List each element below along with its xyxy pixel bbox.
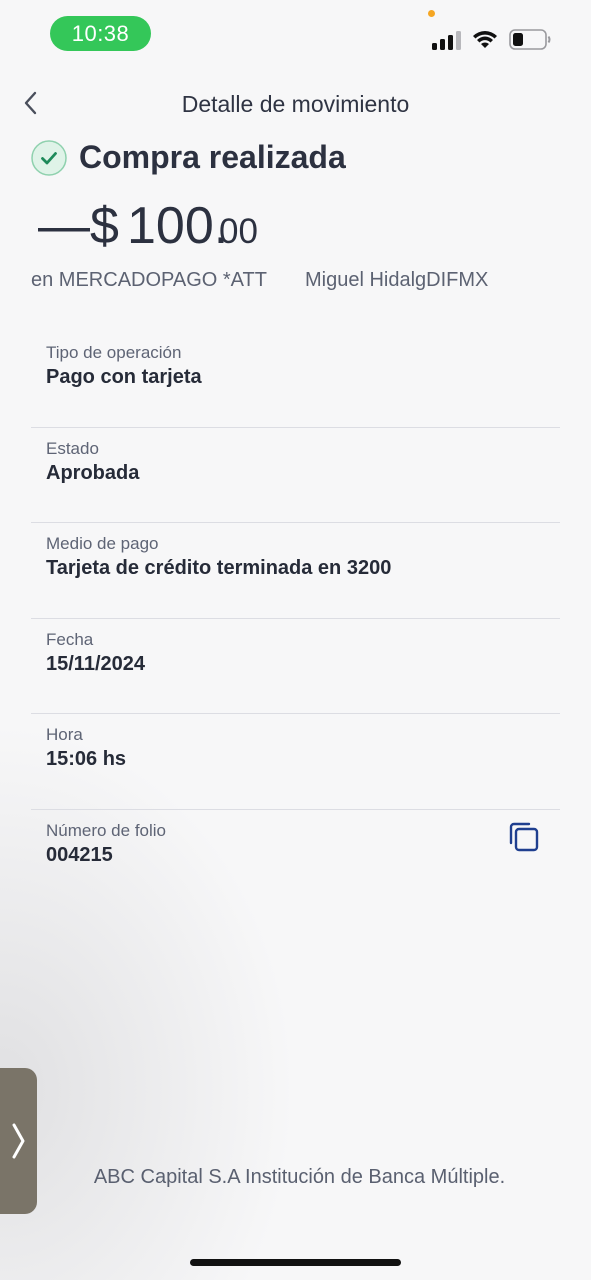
transaction-status-title: Compra realizada: [79, 139, 346, 175]
detail-label: Estado: [46, 438, 99, 458]
detail-row-estado: Estado Aprobada: [31, 428, 560, 523]
footer-bank-name: ABC Capital S.A Institución de Banca Múl…: [93, 1166, 506, 1188]
detail-label: Hora: [46, 725, 83, 744]
chevron-right-icon: [12, 1123, 25, 1159]
detail-label: Fecha: [46, 629, 94, 649]
amount-cents: 00: [219, 212, 258, 251]
privacy-indicator-dot: [428, 10, 435, 17]
detail-row-hora: Hora 15:06 hs: [31, 714, 560, 810]
detail-row-medio-pago: Medio de pago Tarjeta de crédito termina…: [31, 523, 560, 619]
detail-row-numero-folio: Número de folio 004215: [31, 810, 560, 906]
detail-label: Tipo de operación: [46, 343, 182, 362]
detail-value: Pago con tarjeta: [46, 366, 202, 388]
detail-value: Tarjeta de crédito terminada en 3200: [46, 557, 392, 579]
home-indicator[interactable]: [190, 1259, 401, 1266]
detail-value: 15:06 hs: [46, 748, 127, 770]
detail-value: 15/11/2024: [46, 652, 145, 675]
payee-name: Miguel HidalgDIFMX: [305, 269, 489, 291]
cellular-signal-icon: [432, 30, 462, 50]
check-circle-icon: [31, 140, 67, 176]
detail-label: Número de folio: [46, 820, 167, 840]
status-time: 10:38: [50, 16, 151, 51]
side-drawer-handle[interactable]: [0, 1068, 37, 1214]
transaction-details-list: Tipo de operación Pago con tarjeta Estad…: [31, 332, 560, 905]
copy-icon[interactable]: [507, 821, 541, 855]
merchant-name: en MERCADOPAGO *ATT: [31, 269, 267, 291]
detail-row-tipo-operacion: Tipo de operación Pago con tarjeta: [31, 332, 560, 428]
wifi-icon: [473, 31, 497, 48]
amount-sign: —: [38, 197, 90, 255]
amount-whole: 100.: [127, 197, 229, 255]
detail-value: Aprobada: [46, 461, 140, 484]
amount-currency: $: [90, 197, 119, 255]
detail-value: 004215: [46, 843, 113, 866]
page-title: Detalle de movimiento: [181, 91, 410, 117]
detail-row-fecha: Fecha 15/11/2024: [31, 619, 560, 714]
detail-label: Medio de pago: [46, 534, 159, 553]
battery-icon: [509, 29, 551, 50]
status-bar: 10:38: [0, 0, 591, 70]
